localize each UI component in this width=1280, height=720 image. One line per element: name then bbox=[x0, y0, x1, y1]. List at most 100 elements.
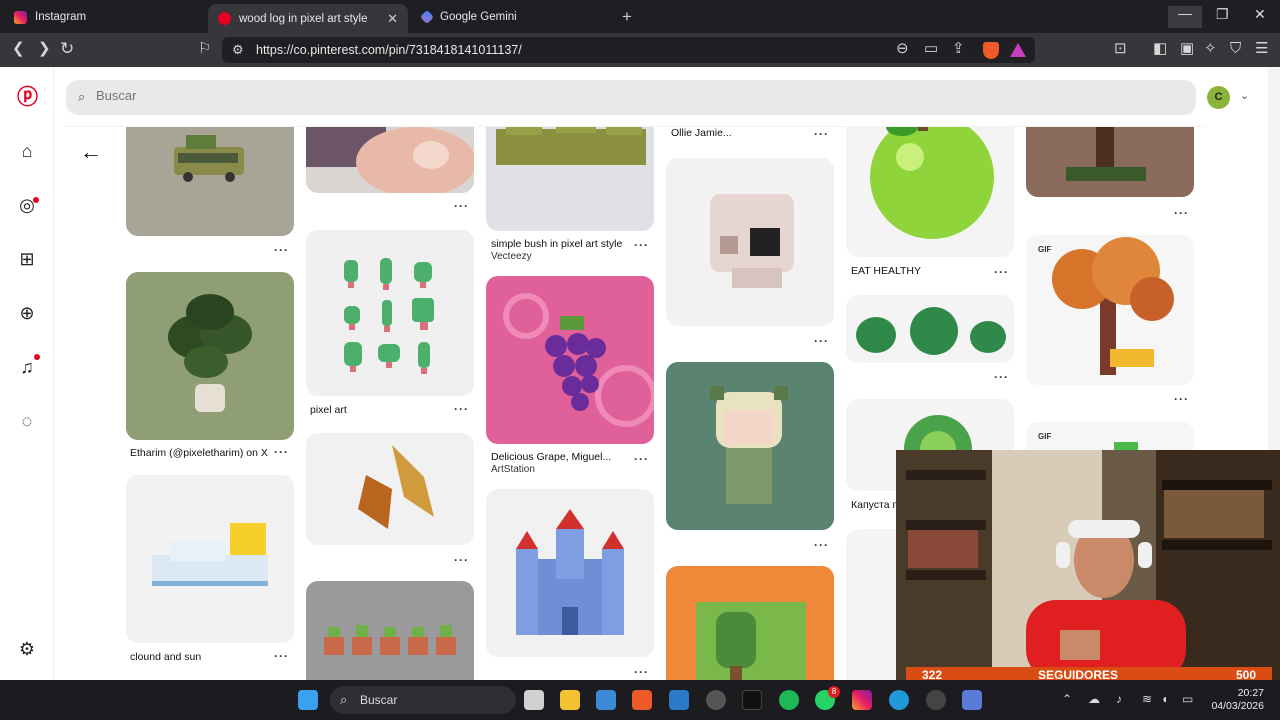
onedrive-icon[interactable]: ☁ bbox=[1088, 692, 1100, 706]
messages-icon[interactable]: ◌ bbox=[17, 411, 37, 431]
search-input[interactable] bbox=[96, 88, 696, 103]
pin-castle-card[interactable] bbox=[486, 489, 654, 657]
wallet-icon[interactable]: ▣ bbox=[1180, 41, 1194, 57]
share-icon[interactable]: ⇪ bbox=[952, 41, 965, 57]
more-options-icon[interactable]: ··· bbox=[814, 538, 829, 552]
tab-gemini[interactable]: Google Gemini bbox=[412, 4, 612, 30]
pin-autumn-tree-card[interactable] bbox=[1026, 235, 1194, 385]
more-options-icon[interactable]: ··· bbox=[454, 553, 469, 567]
pin-monstera-card[interactable] bbox=[126, 272, 294, 440]
pin-title[interactable]: clound and sun bbox=[130, 651, 201, 663]
notifications-icon[interactable]: ♫ bbox=[17, 357, 37, 377]
more-options-icon[interactable]: ··· bbox=[994, 370, 1009, 384]
chevron-down-icon[interactable]: ⌄ bbox=[1240, 89, 1249, 102]
volume-icon[interactable]: ◖ bbox=[1161, 692, 1168, 706]
pin-source[interactable]: ArtStation bbox=[491, 464, 535, 475]
pin-bonsai-card[interactable] bbox=[1026, 127, 1194, 197]
more-options-icon[interactable]: ··· bbox=[634, 452, 649, 466]
more-options-icon[interactable]: ··· bbox=[274, 445, 289, 459]
pin-skull-card[interactable] bbox=[666, 158, 834, 326]
pin-apple-card[interactable] bbox=[846, 127, 1014, 257]
pin-title[interactable]: Etharim (@pixeletharim) on X bbox=[130, 447, 268, 459]
spotify-icon[interactable] bbox=[779, 690, 799, 710]
more-options-icon[interactable]: ··· bbox=[1174, 206, 1189, 220]
site-settings-icon[interactable]: ⚙ bbox=[232, 42, 244, 58]
wifi-icon[interactable]: ≋ bbox=[1142, 692, 1152, 706]
close-window-button[interactable]: ✕ bbox=[1254, 6, 1266, 23]
pin-girl-card[interactable] bbox=[666, 362, 834, 530]
more-options-icon[interactable]: ··· bbox=[814, 127, 829, 141]
obs-icon[interactable] bbox=[706, 690, 726, 710]
task-view-icon[interactable] bbox=[524, 690, 544, 710]
zoom-icon[interactable]: ⊖ bbox=[896, 41, 909, 57]
store-icon[interactable] bbox=[596, 690, 616, 710]
tray-chevron-icon[interactable]: ⌃ bbox=[1062, 692, 1072, 706]
microphone-icon[interactable]: ♪ bbox=[1116, 692, 1122, 706]
pinterest-logo-icon[interactable]: ⓟ bbox=[17, 87, 38, 108]
leo-ai-icon[interactable]: ✧ bbox=[1204, 41, 1217, 57]
more-options-icon[interactable]: ··· bbox=[454, 402, 469, 416]
tab-pinterest[interactable]: wood log in pixel art style ✕ bbox=[208, 4, 408, 33]
battery-icon[interactable]: ▭ bbox=[1182, 692, 1193, 706]
pin-title[interactable]: Капуста п bbox=[851, 499, 898, 511]
pin-van-card[interactable] bbox=[126, 127, 294, 236]
home-icon[interactable]: ⌂ bbox=[17, 141, 37, 161]
address-bar[interactable]: ⚙ https://co.pinterest.com/pin/731841814… bbox=[222, 37, 1035, 63]
pin-title[interactable]: Ollie Jamie... bbox=[671, 127, 732, 139]
forward-icon[interactable]: ❯ bbox=[38, 41, 51, 57]
pin-source[interactable]: Vecteezy bbox=[491, 251, 532, 262]
file-explorer-icon[interactable] bbox=[560, 690, 580, 710]
minimize-button[interactable]: — bbox=[1168, 6, 1202, 28]
cast-icon[interactable]: ▭ bbox=[924, 41, 938, 57]
photos-icon[interactable] bbox=[669, 690, 689, 710]
more-options-icon[interactable]: ··· bbox=[634, 665, 649, 679]
pin-trees-card[interactable] bbox=[306, 230, 474, 396]
bookmark-icon[interactable]: ⚐ bbox=[198, 41, 211, 57]
avatar[interactable]: C bbox=[1207, 86, 1230, 109]
taskbar-clock[interactable]: 20:27 04/03/2026 bbox=[1208, 687, 1264, 713]
tab-instagram[interactable]: Instagram bbox=[4, 4, 204, 30]
tiktok-icon[interactable] bbox=[742, 690, 762, 710]
reload-icon[interactable]: ↻ bbox=[60, 40, 74, 57]
canva-icon[interactable] bbox=[889, 690, 909, 710]
pin-pots-card[interactable] bbox=[306, 581, 474, 680]
more-options-icon[interactable]: ··· bbox=[274, 243, 289, 257]
more-options-icon[interactable]: ··· bbox=[274, 649, 289, 663]
more-options-icon[interactable]: ··· bbox=[814, 334, 829, 348]
settings-icon[interactable]: ⚙ bbox=[17, 639, 37, 659]
pin-hand-card[interactable] bbox=[306, 127, 474, 193]
create-icon[interactable]: ⊕ bbox=[17, 303, 37, 323]
pin-title[interactable]: EAT HEALTHY bbox=[851, 265, 921, 277]
pin-title[interactable]: pixel art bbox=[310, 404, 347, 416]
pin-title[interactable]: simple bush in pixel art style bbox=[491, 238, 622, 250]
sidebar-toggle-icon[interactable]: ◧ bbox=[1153, 41, 1167, 57]
search-bar[interactable]: ⌕ bbox=[66, 80, 1196, 115]
pin-leaves-card[interactable] bbox=[306, 433, 474, 545]
menu-icon[interactable]: ☰ bbox=[1255, 41, 1268, 57]
calculator-icon[interactable] bbox=[962, 690, 982, 710]
pin-grass-card[interactable] bbox=[666, 566, 834, 680]
more-options-icon[interactable]: ··· bbox=[994, 265, 1009, 279]
chatgpt-icon[interactable] bbox=[926, 690, 946, 710]
pin-title[interactable]: Delicious Grape, Miguel... bbox=[491, 451, 611, 463]
windows-start-icon[interactable] bbox=[298, 690, 318, 710]
more-options-icon[interactable]: ··· bbox=[454, 199, 469, 213]
boards-icon[interactable]: ⊞ bbox=[17, 249, 37, 269]
brave-icon[interactable] bbox=[632, 690, 652, 710]
vpn-icon[interactable]: ⛉ bbox=[1230, 41, 1241, 57]
instagram-app-icon[interactable] bbox=[852, 690, 872, 710]
screenshot-icon[interactable]: ⊡ bbox=[1114, 41, 1127, 57]
new-tab-button[interactable]: + bbox=[622, 7, 632, 27]
back-icon[interactable]: ❮ bbox=[12, 41, 25, 57]
pin-bush-card[interactable] bbox=[486, 127, 654, 231]
close-tab-icon[interactable]: ✕ bbox=[387, 11, 398, 27]
pin-grape-card[interactable] bbox=[486, 276, 654, 444]
brave-shields-icon[interactable] bbox=[983, 42, 999, 59]
pin-cloud-sun-card[interactable] bbox=[126, 475, 294, 643]
more-options-icon[interactable]: ··· bbox=[634, 238, 649, 252]
restore-button[interactable]: ❐ bbox=[1216, 6, 1229, 23]
more-options-icon[interactable]: ··· bbox=[1174, 392, 1189, 406]
taskbar-search[interactable]: ⌕ Buscar bbox=[330, 686, 516, 714]
brave-rewards-icon[interactable] bbox=[1010, 43, 1026, 57]
pin-bushes-card[interactable] bbox=[846, 295, 1014, 363]
